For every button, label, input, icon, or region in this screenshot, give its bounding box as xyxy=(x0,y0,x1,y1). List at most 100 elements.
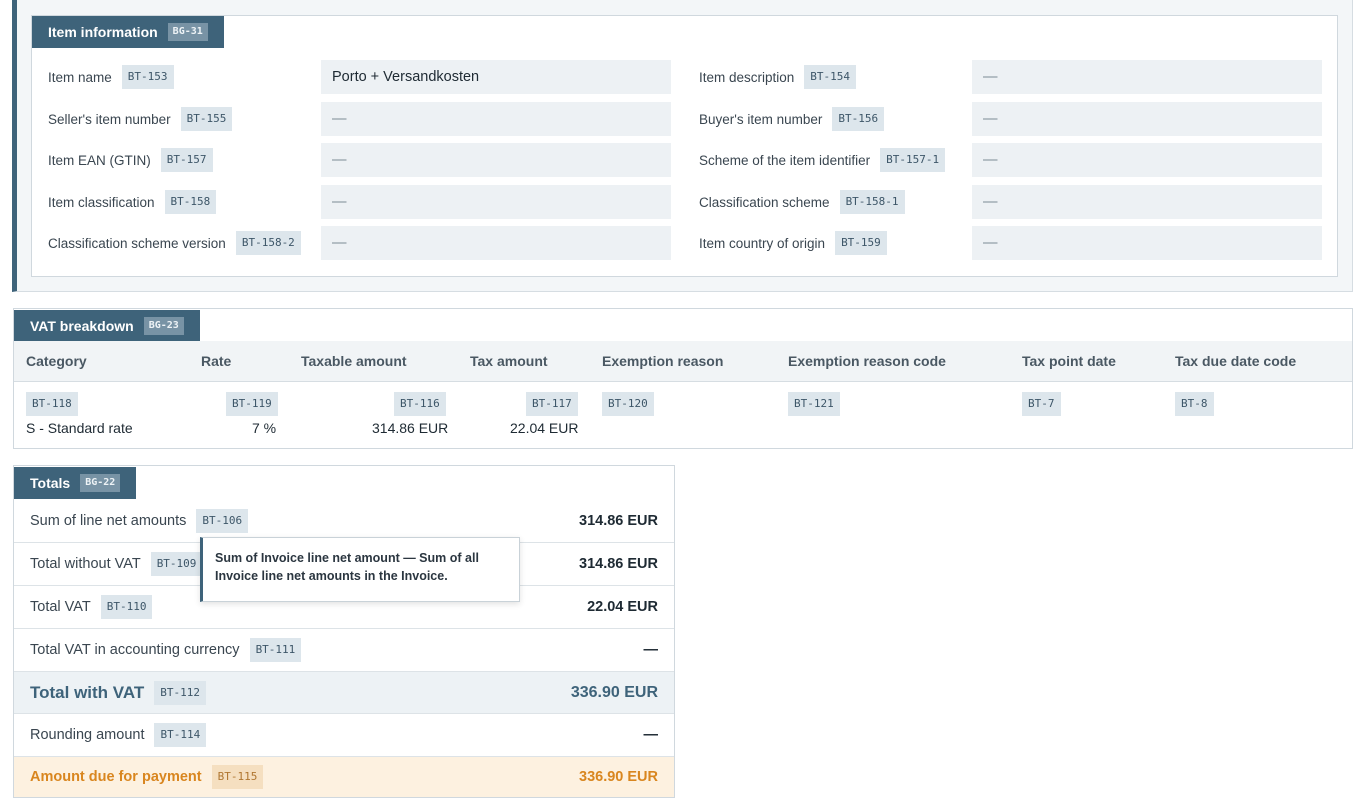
field-label: Classification scheme xyxy=(699,194,830,210)
cell-tag-tax-due-date-code: BT-8 xyxy=(1175,392,1214,416)
cell-value-taxable-amount: 314.86 EUR xyxy=(372,420,449,436)
totals-row-line-net-amounts[interactable]: Sum of line net amounts BT-106 314.86 EUR xyxy=(14,499,674,542)
column-header-tax-amount: Tax amount xyxy=(470,353,548,369)
field-tag: BT-157-1 xyxy=(880,148,946,172)
field-item-description: Item description BT-154 xyxy=(699,60,857,94)
column-header-tax-point-date: Tax point date xyxy=(1022,353,1116,369)
section-title: VAT breakdown xyxy=(30,318,134,334)
row-value: — xyxy=(643,727,659,743)
vat-breakdown-section: VAT breakdown BG-23 Category Rate Taxabl… xyxy=(13,308,1353,449)
cell-tag-taxable-amount: BT-116 xyxy=(394,392,446,416)
field-label: Item classification xyxy=(48,194,155,210)
field-label: Item EAN (GTIN) xyxy=(48,152,151,168)
row-label: Rounding amount xyxy=(30,727,145,743)
row-label: Sum of line net amounts xyxy=(30,512,187,529)
column-header-rate: Rate xyxy=(201,353,232,369)
row-value: 336.90 EUR xyxy=(570,683,658,701)
row-value: 314.86 EUR xyxy=(579,556,658,572)
field-value-buyer-item-number[interactable]: — xyxy=(972,102,1322,136)
row-value: 22.04 EUR xyxy=(587,599,658,615)
section-title: Totals xyxy=(30,475,71,491)
section-title: Item information xyxy=(48,24,158,40)
field-item-country-of-origin: Item country of origin BT-159 xyxy=(699,226,887,260)
cell-tag-exemption-reason: BT-120 xyxy=(602,392,654,416)
field-tag: BT-155 xyxy=(180,107,233,131)
row-label: Amount due for payment xyxy=(30,769,202,785)
field-value-item-ean[interactable]: — xyxy=(321,143,671,177)
row-value: 336.90 EUR xyxy=(579,769,658,785)
totals-header: Totals BG-22 xyxy=(14,467,137,499)
cell-tag-rate: BT-119 xyxy=(226,392,278,416)
column-header-exemption-reason-code: Exemption reason code xyxy=(788,353,946,369)
item-information-card: Item information BG-31 Item name BT-153 P… xyxy=(31,15,1338,277)
field-tag: BT-157 xyxy=(160,148,213,172)
row-tag[interactable]: BT-106 xyxy=(196,508,249,533)
field-classification-scheme-version: Classification scheme version BT-158-2 xyxy=(48,226,301,260)
field-scheme-item-identifier: Scheme of the item identifier BT-157-1 xyxy=(699,143,946,177)
row-tag[interactable]: BT-112 xyxy=(154,680,207,705)
cell-tag-tax-amount: BT-117 xyxy=(526,392,578,416)
cell-tag-tax-point-date: BT-7 xyxy=(1022,392,1061,416)
item-information-section: Item information BG-31 Item name BT-153 P… xyxy=(12,0,1353,292)
field-value-item-classification[interactable]: — xyxy=(321,185,671,219)
field-tag: BT-156 xyxy=(832,107,885,131)
field-tag: BT-158 xyxy=(164,190,217,214)
row-label: Total VAT xyxy=(30,599,91,615)
cell-value-tax-amount: 22.04 EUR xyxy=(510,420,579,436)
totals-row-rounding-amount[interactable]: Rounding amount BT-114 — xyxy=(14,713,674,756)
field-label: Seller's item number xyxy=(48,111,171,127)
field-label: Item description xyxy=(699,69,795,85)
section-tag: BG-22 xyxy=(80,474,121,492)
row-tag[interactable]: BT-114 xyxy=(154,723,207,747)
row-tag[interactable]: BT-110 xyxy=(100,595,153,619)
vat-breakdown-header: VAT breakdown BG-23 xyxy=(14,310,200,342)
field-tag: BT-159 xyxy=(835,231,887,255)
row-label: Total without VAT xyxy=(30,556,141,572)
field-item-name: Item name BT-153 xyxy=(48,60,174,94)
cell-value-category: S - Standard rate xyxy=(26,420,133,436)
field-tag: BT-158-2 xyxy=(235,231,301,255)
section-tag: BG-23 xyxy=(143,317,184,335)
field-buyer-item-number: Buyer's item number BT-156 xyxy=(699,102,885,136)
field-tag: BT-153 xyxy=(121,65,174,89)
field-value-scheme-item-identifier[interactable]: — xyxy=(972,143,1322,177)
field-label: Item country of origin xyxy=(699,235,826,251)
field-item-ean: Item EAN (GTIN) BT-157 xyxy=(48,143,213,177)
tag-tooltip: Sum of Invoice line net amount — Sum of … xyxy=(200,537,520,602)
column-header-tax-due-date-code: Tax due date code xyxy=(1175,353,1297,369)
field-label: Classification scheme version xyxy=(48,235,226,251)
column-header-category: Category xyxy=(26,353,87,369)
field-seller-item-number: Seller's item number BT-155 xyxy=(48,102,233,136)
column-header-taxable-amount: Taxable amount xyxy=(301,353,407,369)
field-label: Item name xyxy=(48,69,112,85)
item-information-header: Item information BG-31 xyxy=(32,16,224,48)
row-value: 314.86 EUR xyxy=(579,512,658,529)
field-classification-scheme: Classification scheme BT-158-1 xyxy=(699,185,905,219)
cell-tag-category: BT-118 xyxy=(26,392,78,416)
field-label: Buyer's item number xyxy=(699,111,823,127)
totals-row-amount-due[interactable]: Amount due for payment BT-115 336.90 EUR xyxy=(14,756,674,797)
field-value-seller-item-number[interactable]: — xyxy=(321,102,671,136)
field-tag: BT-154 xyxy=(804,65,857,89)
field-tag: BT-158-1 xyxy=(839,190,905,214)
field-item-classification: Item classification BT-158 xyxy=(48,185,217,219)
cell-value-rate: 7 % xyxy=(252,420,277,436)
field-label: Scheme of the item identifier xyxy=(699,152,871,168)
row-value: — xyxy=(643,642,659,658)
field-value-item-name[interactable]: Porto + Versandkosten xyxy=(321,60,671,94)
row-tag[interactable]: BT-109 xyxy=(150,552,203,576)
totals-row-total-with-vat[interactable]: Total with VAT BT-112 336.90 EUR xyxy=(14,671,674,713)
field-value-classification-scheme[interactable]: — xyxy=(972,185,1322,219)
row-label: Total VAT in accounting currency xyxy=(30,642,240,658)
field-value-item-country-of-origin[interactable]: — xyxy=(972,226,1322,260)
section-tag: BG-31 xyxy=(167,23,208,41)
totals-row-vat-accounting-currency[interactable]: Total VAT in accounting currency BT-111 — xyxy=(14,628,674,671)
row-tag[interactable]: BT-115 xyxy=(211,765,264,789)
row-tag[interactable]: BT-111 xyxy=(249,638,302,662)
column-header-exemption-reason: Exemption reason xyxy=(602,353,724,369)
row-label: Total with VAT xyxy=(30,682,145,702)
field-value-item-description[interactable]: — xyxy=(972,60,1322,94)
totals-section: Totals BG-22 Sum of line net amounts BT-1… xyxy=(13,465,675,798)
field-value-classification-scheme-version[interactable]: — xyxy=(321,226,671,260)
cell-tag-exemption-reason-code: BT-121 xyxy=(788,392,840,416)
